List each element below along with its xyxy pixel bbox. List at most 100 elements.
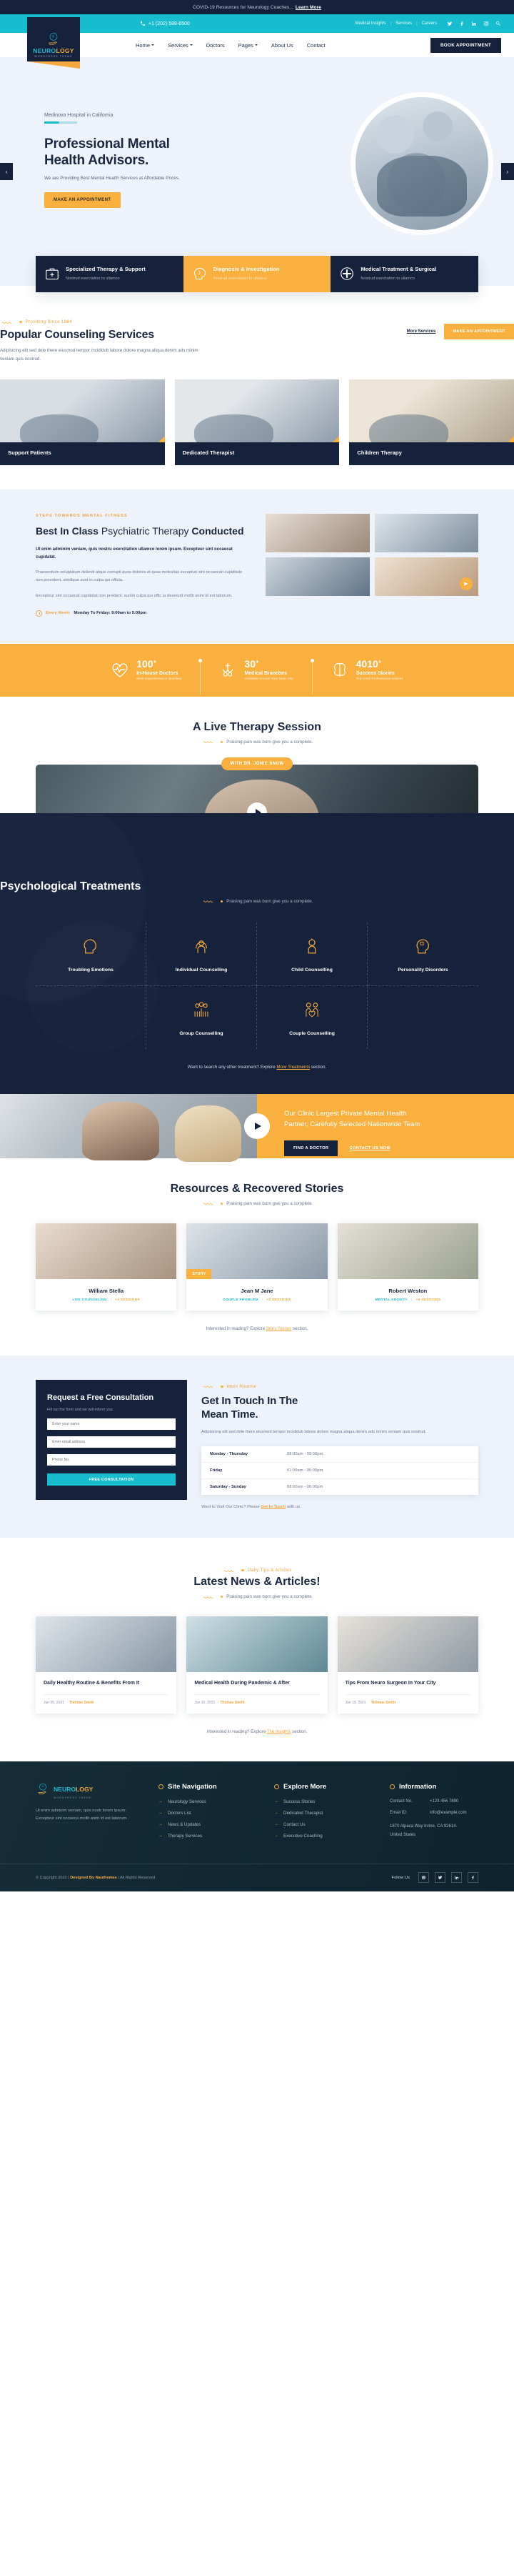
instagram-icon[interactable] [483, 21, 489, 26]
footer-contact-value[interactable]: +123 456 7890 [430, 1799, 458, 1804]
footer-address-line2: United States [390, 1832, 416, 1837]
utility-link-services[interactable]: Services [395, 21, 412, 26]
treatment-item-personality-disorders[interactable]: Personality Disorders [368, 923, 478, 986]
news-card[interactable]: Daily Healthy Routine & Benefits From It… [36, 1616, 177, 1714]
covid-learn-more-link[interactable]: Learn More [296, 5, 321, 10]
services-appointment-button[interactable]: MAKE AN APPOINTMENT [444, 324, 514, 339]
news-subrow: Praising pain was born give you a comple… [0, 1594, 514, 1599]
nav-item-about[interactable]: About Us [271, 42, 293, 49]
promo-title-line2: Partner, Carefully Selected Nationwide T… [284, 1120, 420, 1129]
chevron-down-icon [254, 44, 258, 46]
bic-tile [266, 513, 370, 552]
stat-branches: 30+ Medical Branches Available Around Yo… [198, 659, 311, 695]
footer-explore-item[interactable]: → Success Stories [274, 1799, 374, 1804]
news-card[interactable]: Tips From Neuro Surgeon In Your City Jun… [337, 1616, 478, 1714]
logo[interactable]: NEUROLOGY WORDPRESS THEME [27, 17, 80, 61]
get-in-touch-link[interactable]: Get In Touch [261, 1505, 286, 1509]
news-card[interactable]: Medical Health During Pandemic & After J… [186, 1616, 328, 1714]
book-appointment-button[interactable]: BOOK APPOINTMENT [430, 37, 501, 53]
footer-explore-item[interactable]: → Dedicated Therapist [274, 1811, 374, 1816]
contact-tag: Work Routine [226, 1383, 257, 1389]
linkedin-icon[interactable] [451, 1872, 462, 1884]
resource-card[interactable]: Robert Weston MENTAL ANXIETY | +5 SESSIO… [337, 1223, 478, 1311]
find-a-doctor-button[interactable]: FIND A DOCTOR [284, 1140, 338, 1156]
more-treatments-link[interactable]: More Treatments [276, 1065, 310, 1070]
nav-item-services[interactable]: Services [168, 42, 193, 49]
facebook-icon[interactable] [459, 21, 465, 26]
free-consultation-button[interactable]: FREE CONSULTATION [47, 1473, 176, 1486]
treatment-item-individual-counselling[interactable]: Individual Counselling [146, 922, 257, 986]
services-tagrow: Providing Since 1984 [0, 319, 154, 324]
twitter-icon[interactable] [447, 21, 453, 26]
copyright-brand[interactable]: Designed By Nauthemes [70, 1876, 117, 1880]
feature-card-treatment[interactable]: Medical Treatment & Surgical Nostrud exe… [331, 256, 479, 292]
name-field[interactable] [47, 1418, 176, 1431]
facebook-icon[interactable] [468, 1872, 478, 1884]
utility-link-careers[interactable]: Careers [422, 21, 437, 26]
footer-nav-list: → Neurology Services → Doctors List → News … [158, 1799, 258, 1839]
treatments-subtitle: Praising pain was born give you a comple… [226, 898, 313, 904]
utility-link-insights[interactable]: Medical Insights [355, 21, 386, 26]
service-card[interactable]: Support Patients [0, 379, 165, 465]
stat-number: 4010+ [356, 659, 403, 669]
footer-contact-label: Contact No. [390, 1799, 413, 1804]
treatment-item-troubling-emotions[interactable]: Troubling Emotions [36, 922, 146, 986]
services-tag: Providing Since 1984 [25, 319, 73, 324]
footer-nav-item[interactable]: → Therapy Services [158, 1834, 258, 1839]
story-stories-link[interactable]: Story Stories [266, 1326, 291, 1331]
phone-block[interactable]: +1 (202) 588-6500 [140, 21, 190, 26]
feature-card-diagnosis[interactable]: Diagnosis & Investigation Nostrud exerct… [183, 256, 331, 292]
hero-next-arrow[interactable]: › [501, 163, 514, 180]
individual-counselling-icon [196, 940, 207, 953]
site-header: NEUROLOGY WORDPRESS THEME Home Services … [0, 17, 514, 61]
instagram-icon[interactable] [418, 1872, 429, 1884]
footer-nav-item[interactable]: → Doctors List [158, 1811, 258, 1816]
contact-us-now-link[interactable]: CONTACT US NOW [349, 1146, 390, 1150]
treatment-item-couple-counselling[interactable]: Couple Counselling [257, 985, 368, 1049]
footer-logo[interactable]: NEUROLOGY [36, 1783, 143, 1796]
nav-item-doctors[interactable]: Doctors [206, 42, 225, 49]
resources-footer-pre: Interested in reading? Explore [206, 1326, 266, 1331]
nav-item-pages[interactable]: Pages [238, 42, 258, 49]
treatment-item-child-counselling[interactable]: Child Counselling [257, 922, 368, 986]
news-footer-pre: Interested in reading? Explore [206, 1729, 267, 1734]
footer-nav-item[interactable]: → Neurology Services [158, 1799, 258, 1804]
dot-icon [220, 1202, 223, 1205]
email-field[interactable] [47, 1436, 176, 1448]
promo-play-button[interactable] [244, 1113, 270, 1139]
resource-name: William Stella [89, 1287, 124, 1294]
twitter-icon[interactable] [435, 1872, 445, 1884]
linkedin-icon[interactable] [471, 21, 477, 26]
stat-label: Success Stories [356, 671, 395, 677]
hero-image [356, 97, 488, 230]
treatment-item-group-counselling[interactable]: Group Counselling [146, 985, 257, 1049]
hero-prev-arrow[interactable]: ‹ [0, 163, 13, 180]
feature-card-therapy[interactable]: Specialized Therapy & Support Nostrud ex… [36, 256, 183, 292]
footer-email-value[interactable]: info@example.com [430, 1811, 466, 1815]
resource-name: Jean M Jane [241, 1287, 273, 1294]
treatments-section: Psychological Treatments Praising pain w… [0, 812, 514, 1094]
footer-nav-item[interactable]: → News & Updates [158, 1822, 258, 1827]
hero-cta-button[interactable]: MAKE AN APPOINTMENT [44, 192, 121, 208]
search-icon[interactable] [495, 21, 501, 26]
resource-card[interactable]: STORY Jean M Jane COUPLE PROBLEM | +3 SE… [186, 1223, 328, 1311]
stat-stories: 4010+ Success Stories Top Level Professi… [310, 659, 422, 695]
resource-tag-1: MENTAL ANXIETY [375, 1298, 408, 1302]
resource-tags: COUPLE PROBLEM | +3 SESSIONS [186, 1298, 327, 1302]
bic-play-button[interactable]: ▶ [460, 577, 473, 590]
resources-footer: Interested in reading? Explore Story Sto… [0, 1326, 514, 1331]
gear-icon [158, 1784, 163, 1789]
service-card[interactable]: Dedicated Therapist [174, 379, 340, 465]
nav-item-contact[interactable]: Contact [307, 42, 326, 49]
resource-card[interactable]: William Stella LIFE COUNSELING | +2 SESS… [36, 1223, 177, 1311]
footer-explore-item[interactable]: → Executive Coaching [274, 1834, 374, 1839]
service-card[interactable]: Children Therapy [349, 379, 514, 465]
more-services-link[interactable]: More Services [407, 329, 436, 334]
contact-title-a: Get In Touch In The [201, 1394, 298, 1407]
the-insights-link[interactable]: The Insights [267, 1729, 291, 1734]
nav-item-home[interactable]: Home [136, 42, 155, 49]
footer-email-label: Email ID: [390, 1810, 408, 1815]
phone-field[interactable] [47, 1454, 176, 1466]
footer-explore-item[interactable]: → Contact Us [274, 1822, 374, 1827]
services-actions: More Services MAKE AN APPOINTMENT [407, 324, 514, 342]
